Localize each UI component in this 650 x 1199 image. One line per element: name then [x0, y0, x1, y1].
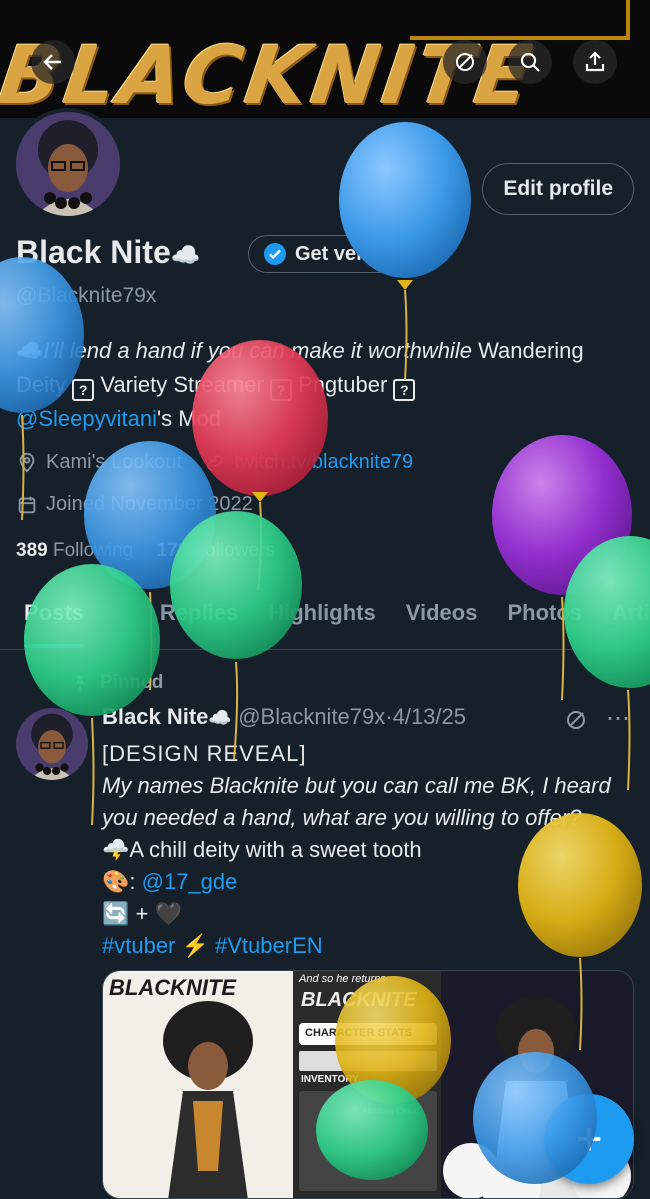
link-icon [207, 454, 223, 471]
balloon-purple [492, 435, 632, 701]
tab-replies[interactable]: Replies [160, 590, 238, 649]
follow-stats: 389 Following 173 Followers [16, 540, 275, 562]
profile-joined-row: Joined November 2022 [16, 493, 253, 516]
media-nimbus-label: Nimbus Cloud [363, 1106, 420, 1116]
hashtag-vtuberen[interactable]: #VtuberEN [215, 933, 323, 958]
post-line-intro: My names Blacknite but you can call me B… [102, 773, 611, 830]
tab-videos[interactable]: Videos [406, 590, 478, 649]
profile-website-link[interactable]: twitch.tv/blacknite79 [234, 451, 413, 474]
share-icon [585, 51, 605, 72]
hide-icon [456, 53, 474, 71]
balloon-blue [84, 441, 216, 691]
edit-profile-button[interactable]: Edit profile [482, 163, 634, 215]
plus-icon [577, 1127, 601, 1151]
compose-post-button[interactable] [544, 1094, 634, 1184]
search-icon [520, 52, 540, 72]
tab-highlights[interactable]: Highlights [268, 590, 376, 649]
media-panel-left: BLACKNITE [103, 971, 293, 1198]
post-line-artist: 🎨: @17_gde [102, 869, 238, 894]
media-subtitle: And so he returns [299, 973, 386, 985]
tab-articles[interactable]: Articles [612, 590, 650, 649]
media-inventory-label: INVENTORY [301, 1074, 359, 1085]
get-verified-button[interactable]: Get verified [248, 235, 427, 273]
hide-icon[interactable] [564, 708, 588, 732]
post-body: [DESIGN REVEAL] My names Blacknite but y… [102, 738, 642, 962]
profile-tabs: Posts Replies Highlights Videos Photos A… [0, 590, 650, 650]
tab-posts[interactable]: Posts [24, 590, 84, 649]
profile-banner: BLACKNITE [0, 0, 650, 118]
tab-photos[interactable]: Photos [507, 590, 582, 649]
profile-handle: @Blacknite79x [16, 284, 157, 307]
back-arrow-icon [43, 54, 61, 70]
location-pin-icon [19, 452, 35, 473]
post-author-handle: @Blacknite79x [238, 704, 386, 729]
post-header: Black Nite☁️ @Blacknite79x·4/13/25 [102, 704, 466, 729]
profile-joined-date: Joined November 2022 [46, 493, 253, 515]
hide-button[interactable] [443, 40, 487, 84]
share-button[interactable] [573, 40, 617, 84]
profile-meta-row: Kami's Lookout twitch.tv/blacknite79 [16, 451, 413, 474]
calendar-icon [18, 496, 36, 513]
back-button[interactable] [31, 40, 75, 84]
profile-bio: ☁️I'll lend a hand if you can make it wo… [16, 338, 584, 431]
media-stats-label: CHARACTER STATS [299, 1023, 437, 1045]
artist-mention-link[interactable]: @17_gde [142, 869, 238, 894]
following-link[interactable]: 389 Following [16, 540, 133, 561]
media-panel-middle: And so he returns BLACKNITE CHARACTER ST… [293, 971, 441, 1198]
post-line-description: 🌩️A chill deity with a sweet tooth [102, 837, 422, 862]
post-author-name[interactable]: Black Nite [102, 704, 208, 729]
post-date: 4/13/25 [392, 704, 466, 729]
pin-icon [75, 675, 85, 691]
verified-badge-icon [264, 243, 286, 265]
profile-display-name: Black Nite☁️ [16, 234, 201, 270]
bio-mention-link[interactable]: @Sleepyvitani [16, 406, 157, 431]
followers-link[interactable]: 173 Followers [157, 540, 275, 561]
post-line-extras: 🔄 + 🖤 [102, 901, 182, 926]
more-options-icon[interactable]: ⋯ [606, 705, 630, 732]
profile-location: Kami's Lookout [46, 451, 183, 473]
media-title: BLACKNITE [109, 975, 237, 1000]
profile-avatar[interactable] [12, 108, 124, 220]
post-author-avatar[interactable] [16, 708, 88, 780]
hashtag-vtuber[interactable]: #vtuber [102, 933, 175, 958]
post-actions: ⋯ [564, 704, 630, 733]
post-line-title: [DESIGN REVEAL] [102, 741, 307, 766]
pinned-indicator: Pinned [70, 672, 163, 694]
search-button[interactable] [508, 40, 552, 84]
post-line-hashtags: #vtuber ⚡ #VtuberEN [102, 933, 323, 958]
